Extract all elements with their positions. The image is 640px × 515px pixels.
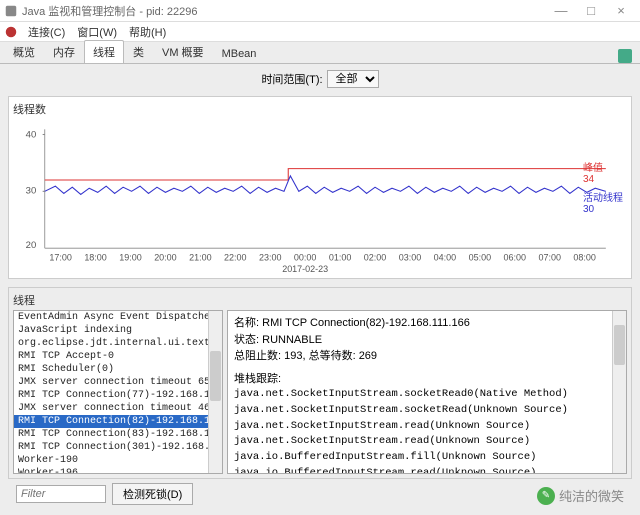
stack-line: java.net.SocketInputStream.read(Unknown …: [234, 434, 620, 450]
stack-line: java.io.BufferedInputStream.read(Unknown…: [234, 466, 620, 474]
title-bar: Java 监视和管理控制台 - pid: 22296 — □ ×: [0, 0, 640, 22]
time-range-row: 时间范围(T): 全部: [8, 70, 632, 88]
thread-detail: 名称: RMI TCP Connection(82)-192.168.111.1…: [227, 310, 627, 474]
tab-mbean[interactable]: MBean: [213, 44, 266, 63]
app-icon: [4, 4, 18, 18]
detail-blocked: 总阻止数: 193, 总等待数: 269: [234, 348, 620, 365]
watermark: ✎ 纯洁的微笑: [537, 486, 624, 505]
tab-threads[interactable]: 线程: [84, 40, 124, 63]
stack-line: java.io.BufferedInputStream.fill(Unknown…: [234, 450, 620, 466]
svg-text:01:00: 01:00: [329, 253, 352, 263]
svg-text:19:00: 19:00: [119, 253, 142, 263]
thread-panel: 线程 EventAdmin Async Event Dispatcher Thr…: [8, 287, 632, 479]
thread-list[interactable]: EventAdmin Async Event Dispatcher Thread…: [13, 310, 223, 474]
svg-text:18:00: 18:00: [84, 253, 107, 263]
thread-list-item[interactable]: RMI TCP Connection(77)-192.168.111.166: [14, 389, 222, 402]
menu-window[interactable]: 窗口(W): [71, 24, 123, 40]
svg-text:04:00: 04:00: [434, 253, 457, 263]
thread-list-item[interactable]: RMI TCP Connection(82)-192.168.111.166: [14, 415, 222, 428]
svg-text:21:00: 21:00: [189, 253, 212, 263]
thread-list-item[interactable]: JavaScript indexing: [14, 324, 222, 337]
thread-list-item[interactable]: Worker-196: [14, 467, 222, 474]
chart-date-label: 2017-02-23: [282, 264, 328, 274]
close-button[interactable]: ×: [606, 1, 636, 21]
thread-detail-scrollbar[interactable]: [612, 311, 626, 473]
thread-list-scrollbar[interactable]: [208, 311, 222, 473]
menu-help[interactable]: 帮助(H): [123, 24, 172, 40]
tab-overview[interactable]: 概览: [4, 40, 44, 63]
svg-text:40: 40: [26, 129, 37, 140]
legend-peak: 峰值34: [583, 159, 623, 185]
maximize-button[interactable]: □: [576, 1, 606, 21]
svg-text:23:00: 23:00: [259, 253, 282, 263]
svg-text:08:00: 08:00: [573, 253, 596, 263]
stack-trace: java.net.SocketInputStream.socketRead0(N…: [234, 387, 620, 474]
stack-line: java.net.SocketInputStream.socketRead0(N…: [234, 387, 620, 403]
tab-memory[interactable]: 内存: [44, 40, 84, 63]
detect-deadlock-button[interactable]: 检测死锁(D): [112, 483, 193, 505]
thread-list-item[interactable]: RMI TCP Accept-0: [14, 350, 222, 363]
legend-live: 活动线程30: [583, 189, 623, 215]
thread-list-item[interactable]: RMI Scheduler(0): [14, 363, 222, 376]
svg-text:07:00: 07:00: [538, 253, 561, 263]
svg-text:17:00: 17:00: [49, 253, 72, 263]
content-area: 时间范围(T): 全部 线程数 20 30 40: [0, 64, 640, 515]
thread-panel-label: 线程: [9, 288, 631, 310]
stack-line: java.net.SocketInputStream.socketRead(Un…: [234, 403, 620, 419]
window-title: Java 监视和管理控制台 - pid: 22296: [22, 3, 546, 19]
thread-list-item[interactable]: RMI TCP Connection(83)-192.168.111.166: [14, 428, 222, 441]
svg-text:00:00: 00:00: [294, 253, 317, 263]
svg-text:03:00: 03:00: [399, 253, 422, 263]
thread-list-item[interactable]: JMX server connection timeout 65: [14, 376, 222, 389]
window-buttons: — □ ×: [546, 1, 636, 21]
detail-name-value: RMI TCP Connection(82)-192.168.111.166: [262, 317, 470, 329]
time-range-select[interactable]: 全部: [327, 70, 379, 88]
svg-text:06:00: 06:00: [504, 253, 527, 263]
detail-stack-label: 堆栈跟踪:: [234, 371, 620, 388]
svg-text:05:00: 05:00: [469, 253, 492, 263]
svg-text:20:00: 20:00: [154, 253, 177, 263]
menu-connect[interactable]: 连接(C): [22, 24, 71, 40]
minimize-button[interactable]: —: [546, 1, 576, 21]
java-icon: [4, 25, 18, 39]
chart-panel: 线程数 20 30 40 17:0018:0019:00 20:0021: [8, 96, 632, 279]
chart-legend: 峰值34 活动线程30: [583, 159, 623, 219]
detail-state-label: 状态:: [234, 334, 259, 346]
thread-list-item[interactable]: RMI TCP Connection(301)-192.168.111.166: [14, 441, 222, 454]
svg-text:22:00: 22:00: [224, 253, 247, 263]
watermark-icon: ✎: [537, 487, 555, 505]
menu-bar: 连接(C) 窗口(W) 帮助(H): [0, 22, 640, 42]
filter-input[interactable]: [16, 485, 106, 503]
stack-line: java.net.SocketInputStream.read(Unknown …: [234, 419, 620, 435]
detail-name-label: 名称:: [234, 317, 259, 329]
thread-list-item[interactable]: Worker-190: [14, 454, 222, 467]
tab-classes[interactable]: 类: [124, 40, 153, 63]
chart-title: 线程数: [13, 101, 627, 117]
svg-text:02:00: 02:00: [364, 253, 387, 263]
tab-vm[interactable]: VM 概要: [153, 40, 213, 63]
time-range-label: 时间范围(T):: [261, 71, 322, 87]
thread-list-item[interactable]: EventAdmin Async Event Dispatcher Thread: [14, 311, 222, 324]
thread-list-item[interactable]: org.eclipse.jdt.internal.ui.text.JavaRec…: [14, 337, 222, 350]
svg-text:20: 20: [26, 239, 37, 250]
detail-state-value: RUNNABLE: [262, 334, 322, 346]
watermark-text: 纯洁的微笑: [559, 486, 624, 505]
thread-list-item[interactable]: JMX server connection timeout 461: [14, 402, 222, 415]
connection-status-icon: [618, 49, 632, 63]
thread-chart: 20 30 40 17:00 18:00 19:00 20:00 21:00 22:00…: [13, 119, 627, 274]
svg-text:30: 30: [26, 185, 37, 196]
tab-bar: 概览 内存 线程 类 VM 概要 MBean: [0, 42, 640, 64]
